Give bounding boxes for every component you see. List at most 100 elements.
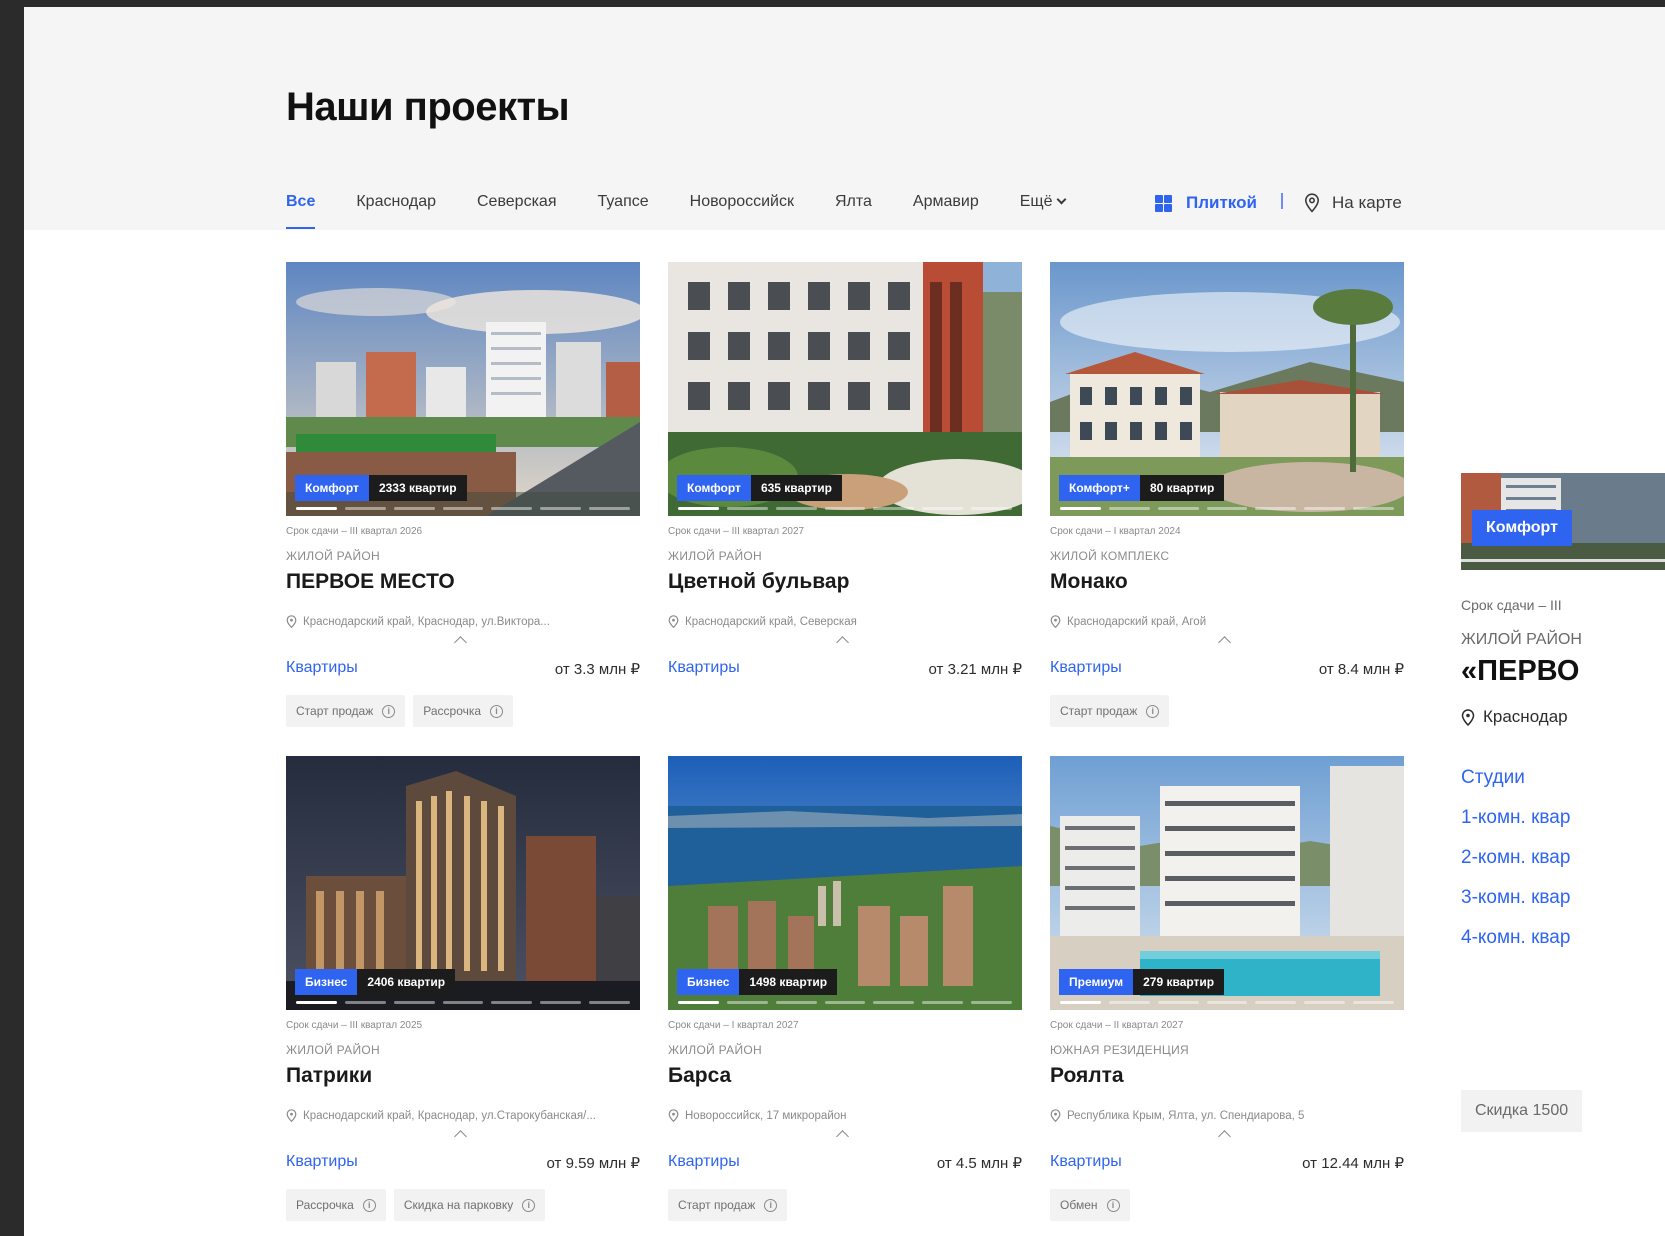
project-address: Краснодарский край, Краснодар, ул.Виктор… bbox=[286, 615, 640, 628]
side-link-2room[interactable]: 2-комн. квар bbox=[1461, 847, 1570, 869]
project-address: Краснодарский край, Северская bbox=[668, 615, 1022, 628]
tab-all[interactable]: Все bbox=[286, 193, 316, 229]
project-photo[interactable]: Комфорт+ 80 квартир bbox=[1050, 262, 1404, 516]
project-price: от 9.59 млн ₽ bbox=[546, 1155, 640, 1172]
project-deadline: Срок сдачи – III квартал 2026 bbox=[286, 526, 423, 537]
project-name[interactable]: Роялта bbox=[1050, 1064, 1124, 1088]
side-address: Краснодар bbox=[1461, 707, 1568, 727]
side-project-card[interactable]: Комфорт Срок сдачи – III ЖИЛОЙ РАЙОН «ПЕ… bbox=[1461, 7, 1665, 1236]
promo-tag[interactable]: Старт продаж i bbox=[1050, 695, 1170, 727]
flats-link[interactable]: Квартиры bbox=[1050, 1153, 1122, 1171]
project-name[interactable]: ПЕРВОЕ МЕСТО bbox=[286, 570, 455, 594]
flats-link[interactable]: Квартиры bbox=[286, 1153, 358, 1171]
project-tags: Обмен i bbox=[1050, 1189, 1130, 1221]
side-link-3room[interactable]: 3-комн. квар bbox=[1461, 887, 1570, 909]
location-pin-icon bbox=[1050, 1109, 1061, 1122]
project-name[interactable]: Цветной бульвар bbox=[668, 570, 849, 594]
side-link-1room[interactable]: 1-комн. квар bbox=[1461, 807, 1570, 829]
tab-krasnodar[interactable]: Краснодар bbox=[356, 193, 436, 229]
side-link-4room[interactable]: 4-комн. квар bbox=[1461, 927, 1570, 949]
slider-dots[interactable] bbox=[296, 1001, 631, 1004]
project-price: от 4.5 млн ₽ bbox=[936, 1155, 1022, 1172]
flats-link[interactable]: Квартиры bbox=[1050, 659, 1122, 677]
class-badge: Премиум bbox=[1059, 969, 1134, 995]
promo-tag[interactable]: Старт продаж i bbox=[668, 1189, 788, 1221]
tag-label: Скидка на парковку bbox=[403, 1198, 514, 1212]
flats-link[interactable]: Квартиры bbox=[668, 1153, 740, 1171]
class-badge: Комфорт+ bbox=[1059, 475, 1140, 501]
tab-severskaya[interactable]: Северская bbox=[477, 193, 556, 229]
project-photo[interactable]: Бизнес 1498 квартир bbox=[668, 756, 1022, 1010]
tab-armavir[interactable]: Армавир bbox=[913, 193, 979, 229]
address-text: Новороссийск, 17 микрорайон bbox=[685, 1109, 847, 1122]
project-card[interactable]: Комфорт+ 80 квартир Срок сдачи – I кварт… bbox=[1050, 262, 1404, 727]
promo-tag[interactable]: Рассрочка i bbox=[286, 1189, 386, 1221]
project-photo[interactable]: Комфорт 635 квартир bbox=[668, 262, 1022, 516]
slider-dots[interactable] bbox=[296, 507, 631, 510]
promo-tag[interactable]: Старт продаж i bbox=[286, 695, 406, 727]
project-address: Новороссийск, 17 микрорайон bbox=[668, 1109, 1022, 1122]
slider-dots[interactable] bbox=[678, 1001, 1013, 1004]
view-map-toggle[interactable]: На карте bbox=[1304, 193, 1402, 213]
project-photo[interactable]: Комфорт 2333 квартир bbox=[286, 262, 640, 516]
slider-dots[interactable] bbox=[1060, 1001, 1395, 1004]
divider bbox=[1281, 193, 1283, 209]
project-type: ЮЖНАЯ РЕЗИДЕНЦИЯ bbox=[1050, 1043, 1189, 1057]
slider-dots[interactable] bbox=[678, 507, 1013, 510]
tab-label: Ялта bbox=[834, 193, 872, 210]
side-link-studios[interactable]: Студии bbox=[1461, 767, 1525, 789]
tab-yalta[interactable]: Ялта bbox=[835, 193, 872, 229]
promo-tag[interactable]: Рассрочка i bbox=[413, 695, 514, 727]
tab-novorossiysk[interactable]: Новороссийск bbox=[690, 193, 794, 229]
project-price: от 12.44 млн ₽ bbox=[1302, 1155, 1404, 1172]
address-text: Краснодарский край, Агой bbox=[1067, 615, 1207, 628]
tag-label: Старт продаж bbox=[296, 704, 374, 718]
grid-icon bbox=[1155, 194, 1172, 212]
tab-tuapse[interactable]: Туапсе bbox=[597, 193, 648, 229]
flats-link[interactable]: Квартиры bbox=[668, 659, 740, 677]
side-discount-tag[interactable]: Скидка 1500 bbox=[1461, 1090, 1583, 1132]
side-type: ЖИЛОЙ РАЙОН bbox=[1461, 631, 1582, 648]
info-icon[interactable]: i bbox=[764, 1198, 778, 1212]
chevron-up-icon[interactable] bbox=[1218, 636, 1231, 649]
view-tiles-toggle[interactable]: Плиткой bbox=[1155, 193, 1257, 213]
chevron-up-icon[interactable] bbox=[1218, 1130, 1231, 1143]
promo-tag[interactable]: Обмен i bbox=[1050, 1189, 1130, 1221]
info-icon[interactable]: i bbox=[522, 1198, 536, 1212]
address-text: Краснодарский край, Краснодар, ул.Виктор… bbox=[303, 615, 550, 628]
slider-dots[interactable] bbox=[1060, 507, 1395, 510]
info-icon[interactable]: i bbox=[1106, 1198, 1120, 1212]
tab-label: Туапсе bbox=[597, 193, 649, 210]
flats-link[interactable]: Квартиры bbox=[286, 659, 358, 677]
project-name[interactable]: Барса bbox=[668, 1064, 731, 1088]
chevron-up-icon[interactable] bbox=[836, 1130, 849, 1143]
info-icon[interactable]: i bbox=[490, 704, 504, 718]
info-icon[interactable]: i bbox=[1146, 704, 1160, 718]
project-photo[interactable]: Премиум 279 квартир bbox=[1050, 756, 1404, 1010]
project-card[interactable]: Премиум 279 квартир Срок сдачи – II квар… bbox=[1050, 756, 1404, 1221]
chevron-up-icon[interactable] bbox=[836, 636, 849, 649]
project-type: ЖИЛОЙ РАЙОН bbox=[668, 1043, 763, 1057]
count-badge: 1498 квартир bbox=[739, 969, 838, 995]
project-card[interactable]: Бизнес 1498 квартир Срок сдачи – I кварт… bbox=[668, 756, 1022, 1221]
info-icon[interactable]: i bbox=[362, 1198, 376, 1212]
chevron-up-icon[interactable] bbox=[454, 636, 467, 649]
tab-more[interactable]: Ещё bbox=[1020, 193, 1067, 229]
project-name[interactable]: Патрики bbox=[286, 1064, 372, 1088]
project-deadline: Срок сдачи – III квартал 2027 bbox=[668, 526, 805, 537]
tab-label: Краснодар bbox=[356, 193, 436, 210]
project-photo[interactable]: Бизнес 2406 квартир bbox=[286, 756, 640, 1010]
count-badge: 2333 квартир bbox=[368, 475, 467, 501]
tab-label: Северская bbox=[477, 193, 557, 210]
project-name[interactable]: Монако bbox=[1050, 570, 1128, 594]
project-deadline: Срок сдачи – I квартал 2027 bbox=[668, 1020, 799, 1031]
project-card[interactable]: Комфорт 2333 квартир Срок сдачи – III кв… bbox=[286, 262, 640, 727]
side-name[interactable]: «ПЕРВО bbox=[1461, 655, 1579, 688]
project-deadline: Срок сдачи – III квартал 2025 bbox=[286, 1020, 423, 1031]
chevron-up-icon[interactable] bbox=[454, 1130, 467, 1143]
project-card[interactable]: Комфорт 635 квартир Срок сдачи – III ква… bbox=[668, 262, 1022, 678]
promo-tag[interactable]: Скидка на парковку i bbox=[393, 1189, 546, 1221]
project-card[interactable]: Бизнес 2406 квартир Срок сдачи – III ква… bbox=[286, 756, 640, 1221]
chevron-down-icon bbox=[1057, 194, 1067, 205]
info-icon[interactable]: i bbox=[382, 704, 396, 718]
